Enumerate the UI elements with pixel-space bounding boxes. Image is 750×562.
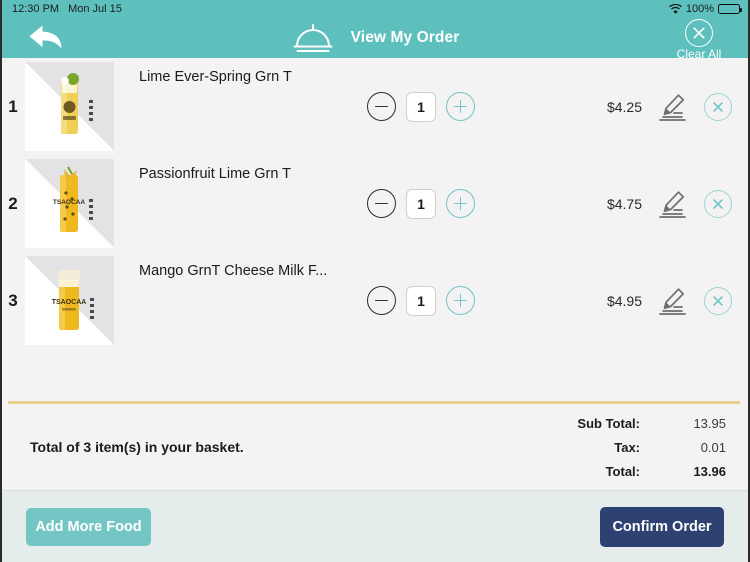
battery-icon: [718, 4, 742, 14]
table-row[interactable]: 2 TSAOCAA Passionfruit Lime Grn T 1 $4.7…: [2, 155, 748, 252]
row-actions: $4.75: [594, 189, 748, 218]
circle-x-icon[interactable]: [704, 189, 732, 218]
minus-circle-icon[interactable]: [367, 92, 396, 121]
pencil-edit-icon[interactable]: [658, 190, 688, 218]
back-arrow-icon: [27, 22, 69, 57]
tax-value: 0.01: [700, 439, 726, 455]
add-more-food-button[interactable]: Add More Food: [26, 507, 151, 546]
table-row[interactable]: 3 TSAOCAA Mango GrnT Cheese Milk F... 1 …: [2, 252, 748, 349]
confirm-order-button[interactable]: Confirm Order: [600, 506, 724, 547]
quantity-value[interactable]: 1: [406, 285, 436, 316]
plus-circle-icon[interactable]: [446, 286, 475, 315]
back-button[interactable]: [24, 22, 72, 56]
item-name: Lime Ever-Spring Grn T: [139, 69, 292, 85]
quantity-stepper: 1: [367, 285, 475, 316]
minus-circle-icon[interactable]: [367, 286, 396, 315]
svg-text:TSAOCAA: TSAOCAA: [52, 299, 87, 306]
battery-percent: 100%: [685, 3, 714, 15]
sub-total-label: Sub Total:: [577, 415, 640, 431]
totals-table: Sub Total: 13.95 Tax: 0.01 Total: 13.96: [577, 416, 732, 479]
row-actions: $4.95: [594, 286, 748, 315]
table-row[interactable]: 1 Lime Ever-Spring Grn T 1 $4.25: [2, 58, 748, 155]
page-title: View My Order: [350, 29, 460, 46]
minus-circle-icon[interactable]: [367, 189, 396, 218]
status-bar-left: 12:30 PM Mon Jul 15: [12, 3, 122, 15]
item-price: $4.75: [606, 195, 642, 212]
row-index: 2: [8, 193, 18, 213]
item-thumbnail[interactable]: TSAOCAA: [25, 256, 114, 345]
sub-total-value: 13.95: [693, 415, 726, 431]
circle-x-icon[interactable]: [704, 286, 732, 315]
wifi-icon: [668, 4, 682, 14]
quantity-value[interactable]: 1: [406, 188, 436, 219]
clear-all-button[interactable]: Clear All: [664, 19, 734, 60]
status-date: Mon Jul 15: [68, 3, 122, 15]
quantity-stepper: 1: [367, 188, 475, 219]
order-summary: Total of 3 item(s) in your basket. Sub T…: [2, 404, 748, 490]
pencil-edit-icon[interactable]: [658, 93, 688, 121]
item-name: Passionfruit Lime Grn T: [139, 166, 292, 182]
svg-text:TSAOCAA: TSAOCAA: [53, 199, 85, 206]
plus-circle-icon[interactable]: [446, 92, 475, 121]
row-index: 3: [8, 290, 18, 310]
app-header: View My Order Clear All: [2, 18, 748, 60]
status-time: 12:30 PM: [12, 3, 60, 15]
status-bar-right: 100%: [668, 3, 742, 15]
action-bar: Add More Food Confirm Order: [2, 490, 748, 562]
total-value: 13.96: [693, 463, 726, 479]
item-price: $4.25: [606, 98, 642, 115]
quantity-stepper: 1: [367, 91, 475, 122]
plus-circle-icon[interactable]: [446, 189, 475, 218]
total-label: Total:: [605, 463, 640, 479]
quantity-value[interactable]: 1: [406, 91, 436, 122]
item-thumbnail[interactable]: TSAOCAA: [25, 159, 114, 248]
item-thumbnail[interactable]: [25, 62, 114, 151]
pencil-edit-icon[interactable]: [658, 287, 688, 315]
cloche-icon: [291, 22, 335, 54]
item-price: $4.95: [606, 292, 642, 309]
circle-x-icon: [685, 19, 713, 47]
circle-x-icon[interactable]: [704, 92, 732, 121]
row-index: 1: [8, 96, 18, 116]
status-bar: 12:30 PM Mon Jul 15 100%: [2, 0, 748, 18]
order-screen: 12:30 PM Mon Jul 15 100% View My Order C…: [0, 0, 750, 562]
tax-label: Tax:: [614, 439, 640, 455]
order-items-list: 1 Lime Ever-Spring Grn T 1 $4.25 2 TSAOC…: [2, 58, 748, 401]
header-center: View My Order: [2, 18, 748, 58]
item-name: Mango GrnT Cheese Milk F...: [139, 263, 328, 279]
basket-total-text: Total of 3 item(s) in your basket.: [30, 439, 244, 455]
row-actions: $4.25: [594, 92, 748, 121]
